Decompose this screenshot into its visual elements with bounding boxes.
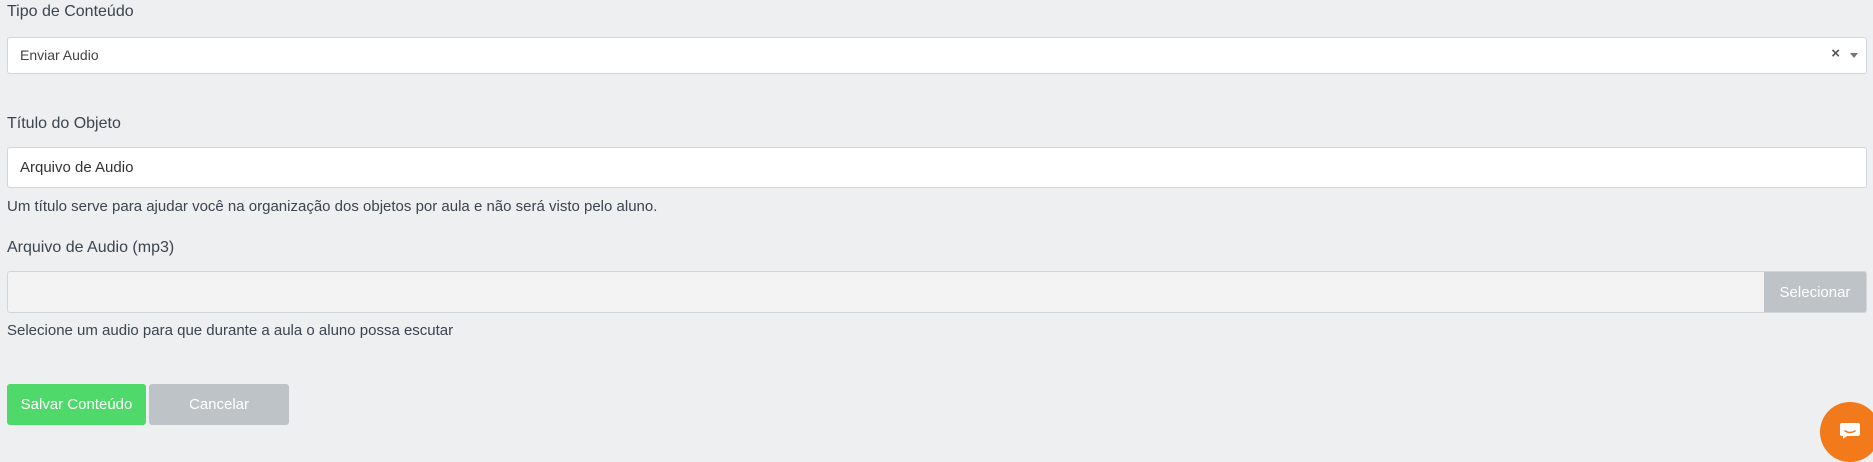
content-type-selected-value: Enviar Audio: [20, 47, 99, 63]
chevron-down-icon[interactable]: [1850, 53, 1858, 58]
object-title-help: Um título serve para ajudar você na orga…: [7, 198, 658, 215]
select-file-button[interactable]: Selecionar: [1764, 272, 1866, 312]
save-content-button[interactable]: Salvar Conteúdo: [7, 384, 146, 425]
object-title-input[interactable]: [7, 147, 1867, 188]
chat-widget-button[interactable]: [1820, 402, 1873, 462]
chat-icon: [1840, 423, 1860, 439]
object-title-label: Título do Objeto: [7, 115, 121, 132]
audio-file-path-display[interactable]: [8, 272, 1764, 312]
clear-selection-icon[interactable]: ×: [1831, 45, 1840, 62]
cancel-button[interactable]: Cancelar: [149, 384, 289, 425]
audio-file-field: Selecionar: [7, 271, 1867, 313]
content-type-label: Tipo de Conteúdo: [7, 3, 134, 20]
content-type-select[interactable]: Enviar Audio ×: [7, 37, 1867, 74]
audio-file-help: Selecione um audio para que durante a au…: [7, 322, 454, 339]
audio-file-label: Arquivo de Audio (mp3): [7, 239, 175, 256]
